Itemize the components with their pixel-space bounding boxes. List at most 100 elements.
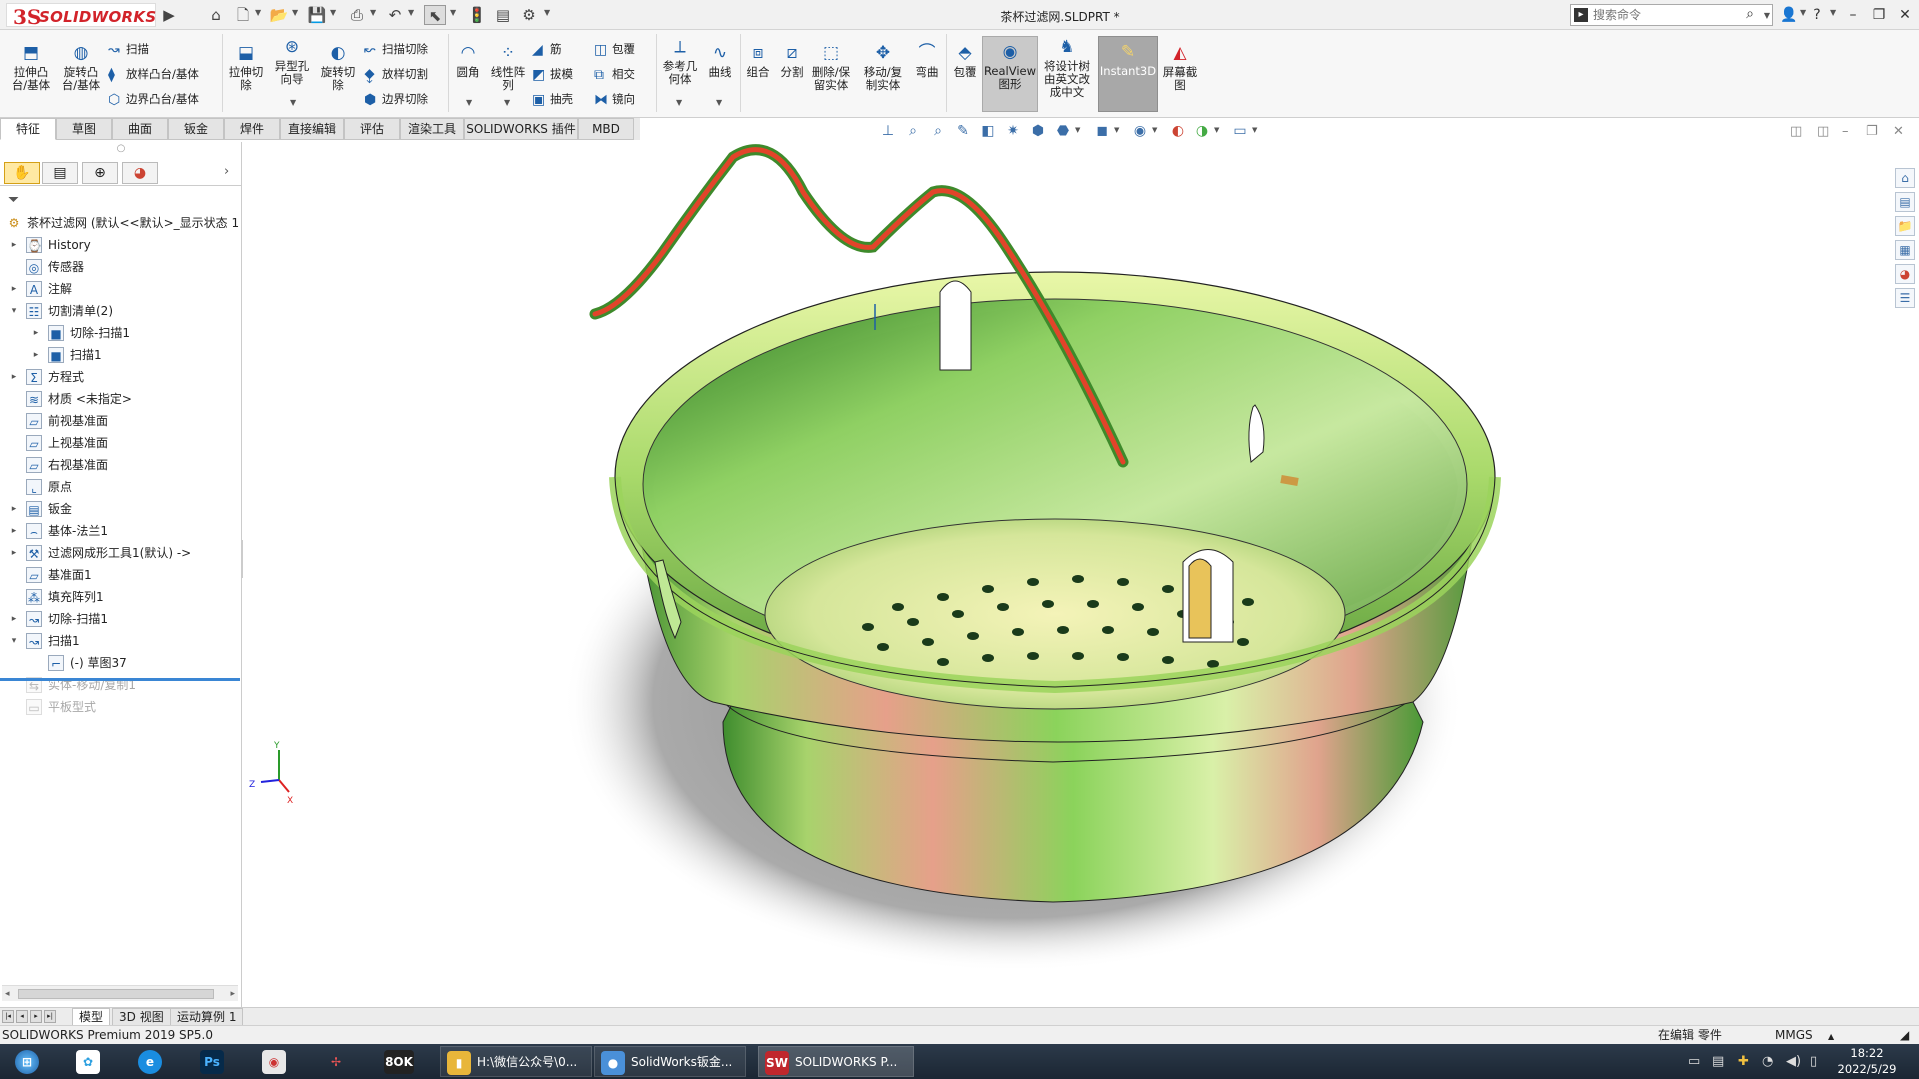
curves-button[interactable]: ∿ 曲线	[702, 42, 738, 79]
lofted-cut-button[interactable]: ⧪ 放样切割	[364, 63, 428, 85]
fillet-button[interactable]: ◠ 圆角	[450, 42, 486, 79]
tree-item[interactable]: ▸ Σ 方程式	[0, 366, 242, 388]
zoom-to-fit-icon[interactable]: ⌕	[903, 122, 923, 140]
display-manager-tab-icon[interactable]: ◕	[122, 162, 158, 184]
tab-weldments[interactable]: 焊件	[224, 118, 280, 140]
configuration-manager-tab-icon[interactable]: ⊕	[82, 162, 118, 184]
system-clock[interactable]: 18:22 2022/5/29	[1832, 1045, 1902, 1077]
hole-wizard-button[interactable]: ⊛ 异型孔 向导	[268, 36, 316, 86]
taskbar-pin-app4[interactable]: ✢	[314, 1046, 358, 1077]
chevron-down-icon[interactable]: ▼	[1764, 11, 1770, 20]
chevron-right-icon[interactable]: ▸	[8, 278, 20, 300]
shell-button[interactable]: ▣ 抽壳	[532, 88, 573, 110]
hide-show-items-icon[interactable]: ◉	[1130, 122, 1150, 140]
help-icon[interactable]: ?	[1806, 5, 1828, 25]
revolve-cut-button[interactable]: ◐ 旋转切除	[314, 42, 362, 92]
home-icon[interactable]: ⌂	[205, 5, 227, 25]
tree-item[interactable]: ▾ ☷ 切割清单(2)	[0, 300, 242, 322]
tree-item[interactable]: ◎ 传感器	[0, 256, 242, 278]
chevron-down-icon[interactable]: ▼	[1830, 8, 1836, 17]
tree-item[interactable]: ▸ A 注解	[0, 278, 242, 300]
taskbar-window-solidworks[interactable]: SW SOLIDWORKS P...	[758, 1046, 914, 1077]
viewport-tile-left-icon[interactable]: ◫	[1790, 124, 1802, 139]
solidworks-resources-icon[interactable]: ⌂	[1895, 168, 1915, 188]
tree-item[interactable]: ▱ 基准面1	[0, 564, 242, 586]
tab-features[interactable]: 特征	[0, 118, 56, 140]
minimize-icon[interactable]: –	[1842, 5, 1864, 25]
tree-item[interactable]: ▸ ↝ 切除-扫描1	[0, 608, 242, 630]
translate-tree-button[interactable]: ♞ 将设计树 由英文改 成中文	[1040, 36, 1094, 99]
start-button[interactable]: ⊞	[6, 1046, 52, 1077]
boundary-cut-button[interactable]: ⬢ 边界切除	[364, 88, 428, 110]
chevron-down-icon[interactable]: ▼	[1075, 126, 1080, 134]
taskbar-pin-app1[interactable]: ✿	[66, 1046, 110, 1077]
mirror-button[interactable]: ⧓ 镜向	[594, 88, 635, 110]
flex-button[interactable]: ⌒ 弯曲	[910, 42, 944, 79]
status-resize-icon[interactable]: ◢	[1900, 1026, 1909, 1044]
prev-tab-icon[interactable]: ◂	[16, 1010, 28, 1023]
tree-item[interactable]: ▸ ⚒ 过滤网成形工具1(默认) ->	[0, 542, 242, 564]
rebuild-icon[interactable]: 🚦	[466, 5, 488, 25]
reference-geometry-button[interactable]: ⟂ 参考几 何体	[658, 36, 702, 86]
intersect-button[interactable]: ⧉ 相交	[594, 63, 635, 85]
tab-solidworks-addins[interactable]: SOLIDWORKS 插件	[464, 118, 578, 140]
tab-model[interactable]: 模型	[72, 1008, 111, 1026]
split-button[interactable]: ⧄ 分割	[776, 42, 808, 79]
chevron-down-icon[interactable]: ▼	[255, 8, 261, 17]
last-tab-icon[interactable]: ▸|	[44, 1010, 56, 1023]
zoom-area-icon[interactable]: ⌕	[928, 122, 948, 140]
chevron-down-icon[interactable]: ▼	[370, 8, 376, 17]
taskbar-window-chrome[interactable]: ● SolidWorks钣金...	[594, 1046, 746, 1077]
scrollbar-thumb[interactable]	[18, 989, 214, 999]
chevron-right-icon[interactable]: ▸	[8, 542, 20, 564]
previous-view-icon[interactable]: ✎	[953, 122, 973, 140]
restore-icon[interactable]: ❐	[1868, 5, 1890, 25]
search-command-box[interactable]: ▸ ⌕ ▼	[1570, 4, 1773, 26]
volume-icon[interactable]: ◀)	[1786, 1054, 1801, 1069]
tree-item[interactable]: ≋ 材质 <未指定>	[0, 388, 242, 410]
section-view-icon[interactable]: ◧	[978, 122, 998, 140]
tree-item[interactable]: ▸ ■ 扫描1	[0, 344, 242, 366]
chevron-down-icon[interactable]: ▼	[1252, 126, 1257, 134]
wrap-button[interactable]: ◫ 包覆	[594, 38, 635, 60]
tree-item[interactable]: ▱ 前视基准面	[0, 410, 242, 432]
undo-icon[interactable]: ↶	[384, 5, 406, 25]
tray-expand-icon[interactable]: ▭	[1688, 1054, 1700, 1069]
chevron-right-icon[interactable]: ▸	[30, 344, 42, 366]
dynamic-annotation-icon[interactable]: ✷	[1003, 122, 1023, 140]
chevron-down-icon[interactable]: ▼	[330, 8, 336, 17]
chevron-down-icon[interactable]: ▼	[450, 8, 456, 17]
chevron-down-icon[interactable]: ▼	[466, 98, 472, 107]
chevron-right-icon[interactable]: ▸	[8, 366, 20, 388]
chevron-right-icon[interactable]: ▸	[8, 498, 20, 520]
solidworks-logo[interactable]: 3S SOLIDWORKS	[6, 3, 156, 29]
tree-item[interactable]: ▸ ■ 切除-扫描1	[0, 322, 242, 344]
search-input[interactable]	[1593, 7, 1743, 23]
tree-item[interactable]: ▱ 右视基准面	[0, 454, 242, 476]
custom-properties-icon[interactable]: ☰	[1895, 288, 1915, 308]
panel-grip-icon[interactable]: ○	[0, 142, 242, 156]
tree-item[interactable]: ▸ ⌚ History	[0, 234, 242, 256]
taskbar-pin-app3[interactable]: ◉	[252, 1046, 296, 1077]
tab-direct-editing[interactable]: 直接编辑	[280, 118, 344, 140]
chevron-down-icon[interactable]: ▼	[676, 98, 682, 107]
tree-root-part[interactable]: ⚙ 茶杯过滤网 (默认<<默认>_显示状态 1	[0, 212, 242, 234]
realview-graphics-button[interactable]: ◉ RealView 图形	[982, 36, 1038, 112]
select-cursor-icon[interactable]: ⬉	[424, 5, 446, 25]
rib-button[interactable]: ◢ 筋	[532, 38, 562, 60]
graphics-area[interactable]: Y X Z	[243, 142, 1919, 1007]
appearances-icon[interactable]: ◕	[1895, 264, 1915, 284]
tree-item[interactable]: ⁂ 填充阵列1	[0, 586, 242, 608]
first-tab-icon[interactable]: |◂	[2, 1010, 14, 1023]
tab-sketch[interactable]: 草图	[56, 118, 112, 140]
view-orientation-axis-icon[interactable]: ⊥	[878, 122, 898, 140]
viewport-close-icon[interactable]: ✕	[1893, 124, 1904, 139]
tab-3d-views[interactable]: 3D 视图	[112, 1008, 171, 1026]
file-explorer-icon[interactable]: 📁	[1895, 216, 1915, 236]
tray-network-icon[interactable]: ▤	[1712, 1054, 1724, 1069]
print-icon[interactable]: ⎙	[346, 5, 368, 25]
chevron-down-icon[interactable]: ▼	[1152, 126, 1157, 134]
tree-item[interactable]: ▾ ↝ 扫描1	[0, 630, 242, 652]
design-library-icon[interactable]: ▤	[1895, 192, 1915, 212]
apply-scene-icon[interactable]: ◑	[1192, 122, 1212, 140]
